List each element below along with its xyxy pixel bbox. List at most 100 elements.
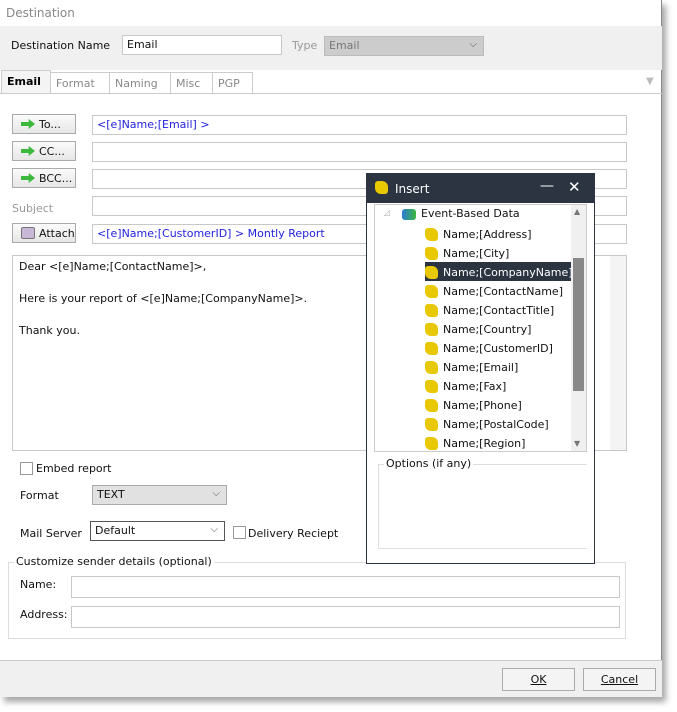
tree-item-label: Name;[Phone] xyxy=(443,399,522,412)
puzzle-icon xyxy=(425,342,438,355)
insert-title: Insert xyxy=(395,182,430,196)
collapse-icon[interactable]: ◿ xyxy=(384,208,390,217)
tabs-dropdown-icon[interactable]: ▼ xyxy=(646,76,654,87)
cc-button-label: CC... xyxy=(39,144,65,158)
cc-button[interactable]: CC... xyxy=(12,141,76,161)
mail-server-select[interactable]: Default ⌵ xyxy=(90,521,225,541)
subject-label: Subject xyxy=(12,202,54,215)
chevron-down-icon: ⌵ xyxy=(469,39,477,50)
minimize-icon[interactable]: — xyxy=(540,178,554,194)
puzzle-icon xyxy=(425,266,438,279)
tree-item[interactable]: Name;[ContactTitle] xyxy=(425,300,557,319)
tree-item-label: Name;[Country] xyxy=(443,323,532,336)
tab-naming[interactable]: Naming xyxy=(109,72,171,94)
arrow-right-icon xyxy=(21,173,35,183)
puzzle-icon xyxy=(425,361,438,374)
tab-pgp[interactable]: PGP xyxy=(212,72,253,94)
puzzle-icon xyxy=(425,285,438,298)
body-scrollbar[interactable] xyxy=(610,256,626,450)
arrow-right-icon xyxy=(21,119,35,129)
data-icon xyxy=(402,209,416,220)
mail-server-value: Default xyxy=(95,524,136,537)
chevron-down-icon: ⌵ xyxy=(210,524,218,535)
tree-item-label: Name;[Region] xyxy=(443,437,526,450)
tree-scrollbar[interactable]: ▲ ▼ xyxy=(571,205,586,451)
embed-report-label: Embed report xyxy=(36,462,112,475)
insert-tree: ◿ Event-Based Data Name;[Address] Name;[C… xyxy=(374,204,587,452)
tab-misc[interactable]: Misc xyxy=(170,72,213,94)
tree-item[interactable]: Name;[Address] xyxy=(425,224,535,243)
tree-item-label: Name;[PostalCode] xyxy=(443,418,549,431)
scroll-up-icon[interactable]: ▲ xyxy=(574,207,580,216)
tree-item[interactable]: Name;[Country] xyxy=(425,319,534,338)
tab-email[interactable]: Email xyxy=(1,70,51,94)
sender-address-input[interactable] xyxy=(71,606,620,628)
tree-item-label: Name;[ContactName] xyxy=(443,285,563,298)
bcc-button[interactable]: BCC... xyxy=(12,168,76,188)
attach-button[interactable]: Attach xyxy=(12,223,76,243)
arrow-right-icon xyxy=(21,146,35,156)
tree-item-label: Name;[Address] xyxy=(443,228,532,241)
tree-item[interactable]: Name;[CompanyName] xyxy=(425,262,576,281)
destination-name-label: Destination Name xyxy=(11,39,111,52)
tree-item-label: Name;[City] xyxy=(443,247,510,260)
puzzle-icon xyxy=(375,181,388,194)
tree-item[interactable]: Name;[Phone] xyxy=(425,395,525,414)
close-icon[interactable]: ✕ xyxy=(568,178,581,196)
tree-item[interactable]: Name;[Region] xyxy=(425,433,528,451)
sender-address-label: Address: xyxy=(20,608,68,621)
puzzle-icon xyxy=(425,323,438,336)
delivery-receipt-label: Delivery Reciept xyxy=(248,527,339,540)
type-select[interactable]: Email ⌵ xyxy=(324,36,484,56)
puzzle-icon xyxy=(425,399,438,412)
tree-item[interactable]: Name;[City] xyxy=(425,243,512,262)
tree-item[interactable]: Name;[Fax] xyxy=(425,376,509,395)
attach-button-label: Attach xyxy=(39,226,75,240)
puzzle-icon xyxy=(425,247,438,260)
type-label: Type xyxy=(292,39,318,52)
attach-icon xyxy=(21,227,35,239)
tree-item-label: Name;[Fax] xyxy=(443,380,507,393)
tree-item-label: Name;[Email] xyxy=(443,361,519,374)
tree-item[interactable]: Name;[PostalCode] xyxy=(425,414,552,433)
sender-name-label: Name: xyxy=(20,578,57,591)
insert-header[interactable]: Insert — ✕ xyxy=(367,174,594,203)
cc-input[interactable] xyxy=(92,142,627,162)
to-button[interactable]: To... xyxy=(12,114,76,134)
mail-server-label: Mail Server xyxy=(20,527,82,540)
tree-item-label: Name;[ContactTitle] xyxy=(443,304,555,317)
options-group xyxy=(378,464,587,549)
sender-group-label: Customize sender details (optional) xyxy=(14,555,214,568)
scroll-thumb[interactable] xyxy=(573,258,584,391)
chevron-down-icon: ⌵ xyxy=(212,488,220,499)
insert-panel: Insert — ✕ ◿ Event-Based Data Name;[Addr… xyxy=(366,173,595,564)
destination-name-input[interactable]: Email xyxy=(122,35,282,55)
puzzle-icon xyxy=(425,437,438,450)
cancel-button[interactable]: Cancel xyxy=(583,668,656,691)
puzzle-icon xyxy=(425,380,438,393)
to-input[interactable]: <[e]Name;[Email] > xyxy=(92,115,627,135)
window-title: Destination xyxy=(6,6,75,20)
sender-name-input[interactable] xyxy=(71,576,620,598)
tree-root[interactable]: Event-Based Data xyxy=(421,207,520,220)
tab-format[interactable]: Format xyxy=(50,72,110,94)
tree-item-label: Name;[CustomerID] xyxy=(443,342,553,355)
type-value: Email xyxy=(329,39,360,52)
tree-item[interactable]: Name;[CustomerID] xyxy=(425,338,556,357)
tree-item[interactable]: Name;[ContactName] xyxy=(425,281,566,300)
embed-report-checkbox[interactable] xyxy=(20,462,33,475)
puzzle-icon xyxy=(425,304,438,317)
ok-button[interactable]: OK xyxy=(502,668,575,691)
to-button-label: To... xyxy=(39,117,61,131)
puzzle-icon xyxy=(425,228,438,241)
scroll-down-icon[interactable]: ▼ xyxy=(574,439,580,448)
format-value: TEXT xyxy=(97,488,125,501)
options-label: Options (if any) xyxy=(384,457,474,470)
tree-item[interactable]: Name;[Email] xyxy=(425,357,521,376)
tab-divider xyxy=(0,93,662,94)
format-select[interactable]: TEXT ⌵ xyxy=(92,485,227,505)
puzzle-icon xyxy=(425,418,438,431)
tree-item-label: Name;[CompanyName] xyxy=(443,266,573,279)
delivery-receipt-checkbox[interactable] xyxy=(233,526,246,539)
bcc-button-label: BCC... xyxy=(39,171,73,185)
